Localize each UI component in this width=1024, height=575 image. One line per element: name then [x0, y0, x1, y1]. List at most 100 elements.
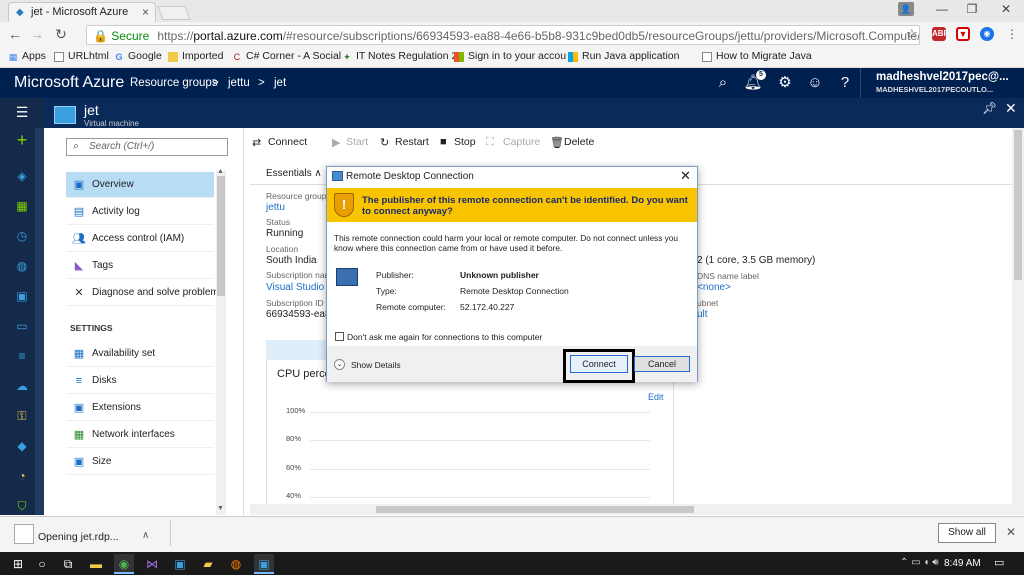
plus-create-icon[interactable]: +	[11, 130, 33, 150]
show-all-button[interactable]: Show all	[938, 523, 996, 543]
visual-studio-icon[interactable]: ⋈	[142, 554, 162, 574]
globe-icon[interactable]: ◍	[11, 256, 33, 276]
file-explorer-icon[interactable]: ▬	[86, 554, 106, 574]
essentials-toggle[interactable]: Essentials ∧	[266, 168, 322, 179]
chrome-extension-icon[interactable]: ◉	[980, 27, 994, 41]
bookmark-sign-in[interactable]: Sign in to your accou	[454, 50, 566, 66]
cube-icon[interactable]: ◈	[11, 166, 33, 186]
menu-scroll-thumb[interactable]	[217, 176, 225, 296]
diamond-icon[interactable]: ◆	[11, 436, 33, 456]
breadcrumb-resource-groups[interactable]: Resource groups	[130, 77, 218, 89]
scroll-down-arrow-icon[interactable]: ▼	[217, 505, 224, 512]
azure-logo[interactable]: Microsoft Azure	[14, 74, 124, 92]
user-tenant[interactable]: MADHESHVEL2017PECOUTLO...	[876, 85, 993, 94]
gauge-icon[interactable]: ◔	[11, 466, 33, 486]
new-tab-button[interactable]	[157, 6, 191, 20]
sticky-notes-icon[interactable]: ▰	[198, 554, 218, 574]
capture-button[interactable]: ⛶ Capture	[486, 136, 540, 148]
menu-item-network-interfaces[interactable]: ▦ Network interfaces	[66, 422, 214, 448]
user-name[interactable]: madheshvel2017pec@...	[876, 71, 1009, 83]
menu-item-extensions[interactable]: ▣ Extensions	[66, 395, 214, 421]
horizontal-scroll-thumb[interactable]	[376, 506, 694, 513]
windows-start-icon[interactable]: ⊞	[8, 554, 28, 574]
system-tray-icons[interactable]: ⌃ ▭ ◖ 🔊︎	[900, 557, 939, 568]
help-icon[interactable]: ?	[834, 72, 856, 94]
stop-button[interactable]: ■ Stop	[440, 136, 476, 148]
dont-ask-label[interactable]: Don't ask me again for connections to th…	[347, 332, 542, 342]
left-nav-scrollbar[interactable]	[35, 128, 44, 515]
menu-item-iam[interactable]: 👥︎ Access control (IAM)	[66, 226, 214, 252]
scroll-up-arrow-icon[interactable]: ▲	[217, 168, 224, 175]
rdp-connection-taskbar-icon[interactable]: ▣	[254, 554, 274, 574]
menu-item-tags[interactable]: ◣ Tags	[66, 253, 214, 279]
window-close-button[interactable]: ✕	[992, 2, 1020, 20]
download-item-label[interactable]: Opening jet.rdp...	[38, 531, 119, 543]
dashboard-grid-icon[interactable]: ▦	[11, 196, 33, 216]
menu-item-availability-set[interactable]: ▦ Availability set	[66, 341, 214, 367]
subscription-link[interactable]: Visual Studio	[266, 282, 324, 293]
chrome-taskbar-icon[interactable]: ◉	[114, 554, 134, 574]
browser-tab[interactable]: ◆ jet - Microsoft Azure ×	[8, 2, 156, 22]
menu-item-activity-log[interactable]: ▤ Activity log	[66, 199, 214, 225]
clock-icon[interactable]: ◷	[11, 226, 33, 246]
back-arrow-icon[interactable]: ←	[6, 25, 24, 43]
menu-item-size[interactable]: ▣ Size	[66, 449, 214, 475]
delete-button[interactable]: 🗑︎ Delete	[550, 136, 594, 149]
breadcrumb-jettu[interactable]: jettu	[228, 77, 250, 89]
download-bar-close-icon[interactable]: ✕	[1006, 525, 1016, 539]
firefox-icon[interactable]: ◍	[226, 554, 246, 574]
database-icon[interactable]: ≡	[11, 346, 33, 366]
pin-icon[interactable]: 📌︎	[982, 101, 997, 115]
menu-search-input[interactable]: ⌕ Search (Ctrl+/)	[66, 138, 228, 156]
chevron-up-icon[interactable]: ∧	[142, 530, 149, 541]
remote-desktop-taskbar-icon[interactable]: ▣	[170, 554, 190, 574]
security-shield-icon[interactable]: ⛉	[11, 496, 33, 516]
gear-icon[interactable]: ⚙	[774, 72, 796, 94]
bookmark-it-notes[interactable]: ✦ IT Notes Regulation 2	[342, 50, 457, 66]
blade-close-icon[interactable]: ✕	[1005, 100, 1017, 117]
restart-button[interactable]: ↻ Restart	[380, 136, 429, 149]
adblock-plus-icon[interactable]: ABP	[932, 27, 949, 41]
bookmark-imported[interactable]: Imported	[168, 50, 223, 66]
cortana-search-icon[interactable]: ○	[32, 554, 52, 574]
menu-item-disks[interactable]: ≡ Disks	[66, 368, 214, 394]
connect-button[interactable]: ⇄ Connect	[252, 136, 307, 149]
bookmark-urlhtml[interactable]: URLhtml	[54, 50, 109, 66]
dialog-close-button[interactable]: ✕	[680, 168, 691, 184]
task-view-icon[interactable]: ⧉	[58, 554, 78, 574]
monitor-icon[interactable]: ▭	[11, 316, 33, 336]
cloud-icon[interactable]: ☁	[11, 376, 33, 396]
start-button[interactable]: ▶ Start	[332, 136, 368, 149]
search-icon[interactable]: ⌕	[712, 72, 734, 94]
forward-arrow-icon[interactable]: →	[28, 25, 46, 43]
reload-icon[interactable]: ↻	[52, 25, 70, 43]
taskbar-clock[interactable]: 8:49 AM	[944, 558, 981, 569]
dns-value-link[interactable]: <none>	[697, 282, 731, 293]
smiley-feedback-icon[interactable]: ☺	[804, 72, 826, 94]
url-input[interactable]: 🔒 Secure https://portal.azure.com/#resour…	[86, 25, 920, 45]
vertical-scroll-thumb[interactable]	[1014, 130, 1022, 280]
bookmark-apps[interactable]: ▦ Apps	[8, 50, 46, 66]
bookmark-google[interactable]: G Google	[114, 50, 161, 66]
dont-ask-checkbox[interactable]	[335, 332, 344, 341]
tab-close-icon[interactable]: ×	[142, 5, 149, 19]
bookmark-migrate-java[interactable]: How to Migrate Java	[702, 50, 812, 66]
menu-dots-icon[interactable]: ⋮	[1006, 27, 1018, 41]
bookmark-csharp-corner[interactable]: C C# Corner - A Social	[232, 50, 341, 66]
chevron-down-icon[interactable]: ⌄	[334, 359, 345, 370]
minimize-button[interactable]: —	[928, 2, 956, 20]
star-bookmark-icon[interactable]: ☆	[906, 26, 918, 42]
bookmark-run-java[interactable]: Run Java application	[568, 50, 679, 66]
subnet-value-link[interactable]: ult	[697, 309, 708, 320]
dialog-cancel-button[interactable]: Cancel	[634, 356, 690, 372]
breadcrumb-jet[interactable]: jet	[274, 77, 286, 89]
menu-item-overview[interactable]: ▣ Overview	[66, 172, 214, 198]
restore-button[interactable]: ❐	[958, 2, 986, 20]
key-icon[interactable]: ⚿	[11, 406, 33, 426]
resource-group-link[interactable]: jettu	[266, 202, 285, 213]
hamburger-icon[interactable]: ☰	[11, 102, 33, 122]
shield-extension-icon[interactable]: ▼	[956, 27, 970, 41]
profile-icon[interactable]: 👤	[898, 2, 914, 16]
action-center-icon[interactable]: ▭	[994, 556, 1004, 569]
vm-icon[interactable]: ▣	[11, 286, 33, 306]
